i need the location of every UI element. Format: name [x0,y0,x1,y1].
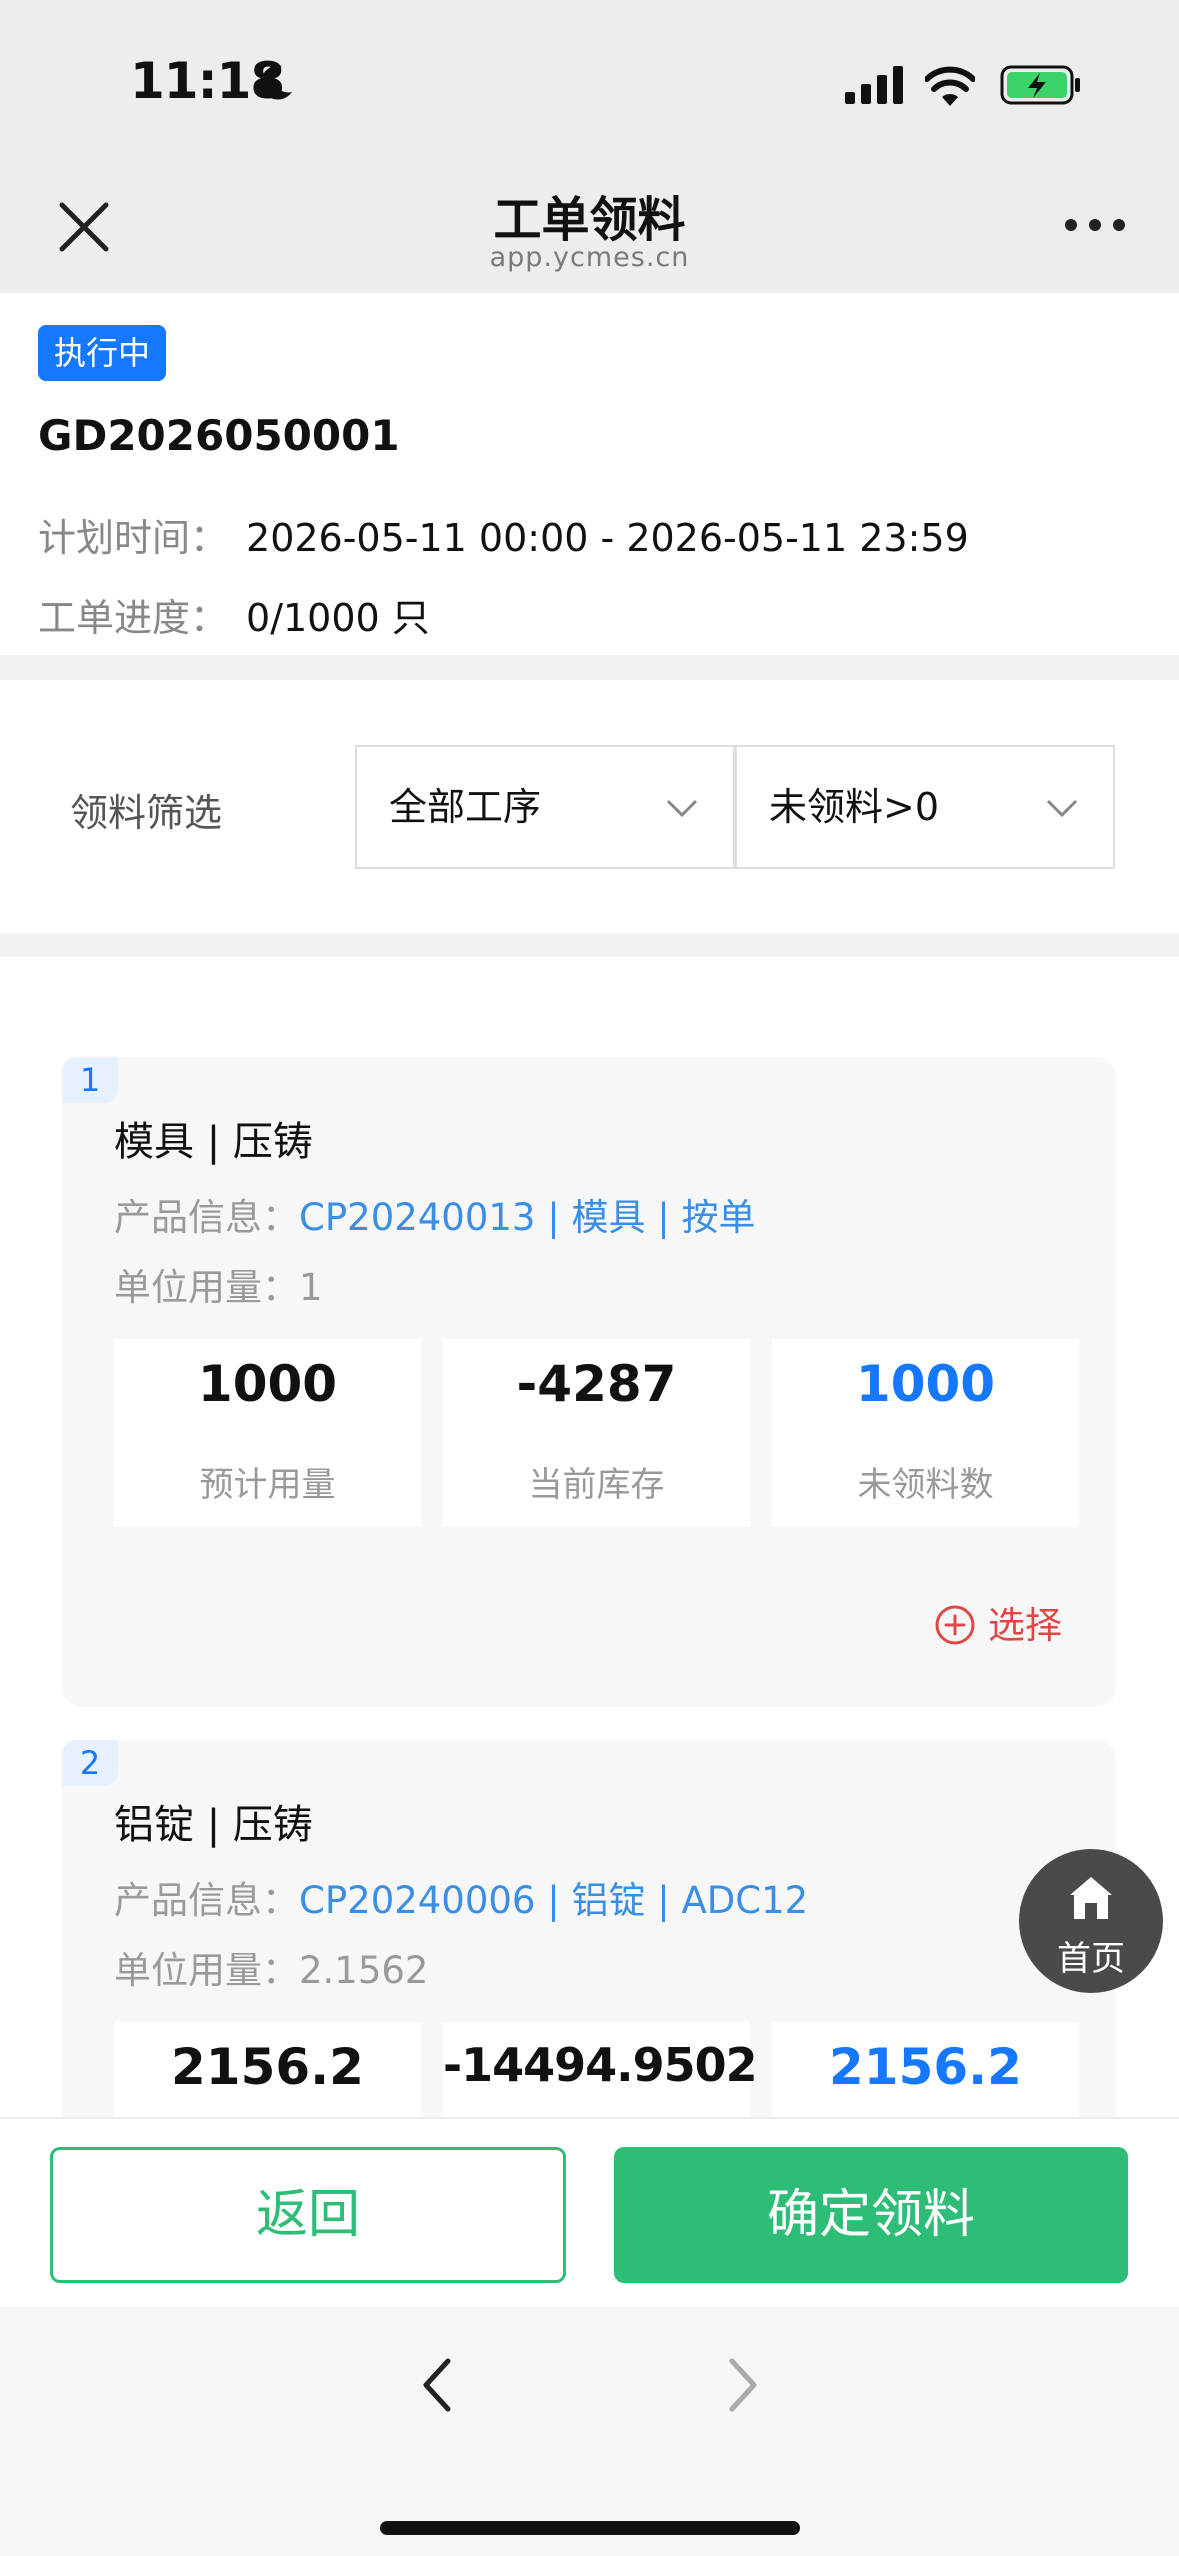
material-list: 1 模具 | 压铸 产品信息：CP20240013 | 模具 | 按单 单位用量… [0,957,1179,2117]
process-select[interactable]: 全部工序 [355,745,735,869]
plan-time-value: 2026-05-11 00:00 - 2026-05-11 23:59 [246,516,969,560]
unit-usage-label: 单位用量： [114,1949,299,1992]
estimated-usage-stat: 2156.2 [114,2022,421,2117]
moon-icon [260,65,292,100]
stat-value: 2156.2 [171,2038,364,2096]
material-card: 1 模具 | 压铸 产品信息：CP20240013 | 模具 | 按单 单位用量… [62,1057,1116,1707]
filter-label: 领料筛选 [70,791,223,835]
browser-forward-icon[interactable] [722,2355,762,2415]
order-number: GD2026050001 [38,411,400,460]
product-info-label: 产品信息： [114,1879,299,1922]
more-icon[interactable] [1062,208,1128,242]
card-index: 2 [62,1740,118,1786]
wifi-icon [925,66,975,106]
select-button-label: 选择 [988,1604,1062,1647]
browser-back-icon[interactable] [418,2355,458,2415]
cellular-signal-icon [845,66,903,104]
material-card: 2 铝锭 | 压铸 产品信息：CP20240006 | 铝锭 | ADC12 单… [62,1740,1116,2117]
plus-circle-icon [935,1605,975,1645]
unit-usage-row: 单位用量：1 [114,1257,323,1311]
stat-value: -14494.9502 [443,2038,758,2092]
unit-usage-row: 单位用量：2.1562 [114,1940,428,1994]
unit-usage-label: 单位用量： [114,1266,299,1309]
stat-value: 2156.2 [829,2038,1022,2096]
plan-time-row: 计划时间： 2026-05-11 00:00 - 2026-05-11 23:59 [38,507,969,562]
product-info-label: 产品信息： [114,1196,299,1239]
confirm-issue-button[interactable]: 确定领料 [614,2147,1128,2283]
stat-caption: 预计用量 [199,1465,336,1505]
unissued-stat: 1000 未领料数 [772,1339,1079,1527]
progress-row: 工单进度： 0/1000 只 [38,587,430,642]
filter-section: 领料筛选 全部工序 未领料>0 [0,680,1179,933]
stat-value: 1000 [197,1355,338,1413]
plan-time-label: 计划时间： [38,516,229,560]
chevron-down-icon [1046,799,1078,818]
product-info-row: 产品信息：CP20240013 | 模具 | 按单 [114,1187,755,1241]
unissued-stat: 2156.2 [772,2022,1079,2117]
home-fab-label: 首页 [1057,1939,1125,1979]
stat-value: -4287 [516,1355,677,1413]
home-indicator [380,2521,800,2535]
unit-usage-value: 2.1562 [299,1949,429,1992]
process-select-value: 全部工序 [389,785,542,829]
select-button[interactable]: 选择 [934,1595,1062,1647]
action-bar: 返回 确定领料 [0,2117,1179,2307]
material-title: 铝锭 | 压铸 [114,1802,313,1848]
material-title: 模具 | 压铸 [114,1119,313,1165]
chevron-down-icon [666,799,698,818]
estimated-usage-stat: 1000 预计用量 [114,1339,421,1527]
page-title: 工单领料 [493,192,686,248]
unit-usage-value: 1 [299,1266,323,1309]
product-info-link[interactable]: CP20240013 | 模具 | 按单 [299,1196,755,1239]
browser-toolbar [0,2307,1179,2556]
progress-label: 工单进度： [38,596,229,640]
status-select[interactable]: 未领料>0 [735,745,1115,869]
battery-charging-icon [1000,65,1080,105]
stat-caption: 未领料数 [857,1465,994,1505]
stat-caption: 当前库存 [528,1465,665,1505]
status-badge: 执行中 [38,325,167,381]
status-select-value: 未领料>0 [769,785,940,829]
stat-value: 1000 [855,1355,996,1413]
current-stock-stat: -4287 当前库存 [443,1339,750,1527]
back-button[interactable]: 返回 [50,2147,566,2283]
progress-value: 0/1000 只 [246,596,430,640]
home-fab-button[interactable]: 首页 [1019,1849,1163,1993]
top-bar: 11:18 工单领料 app.ycmes.cn [0,0,1179,293]
current-stock-stat: -14494.9502 [443,2022,758,2117]
card-index: 1 [62,1057,118,1103]
product-info-row: 产品信息：CP20240006 | 铝锭 | ADC12 [114,1870,808,1924]
page-domain: app.ycmes.cn [489,242,690,273]
product-info-link[interactable]: CP20240006 | 铝锭 | ADC12 [299,1879,808,1922]
home-icon [1070,1877,1112,1919]
order-header: 执行中 GD2026050001 计划时间： 2026-05-11 00:00 -… [0,293,1179,655]
